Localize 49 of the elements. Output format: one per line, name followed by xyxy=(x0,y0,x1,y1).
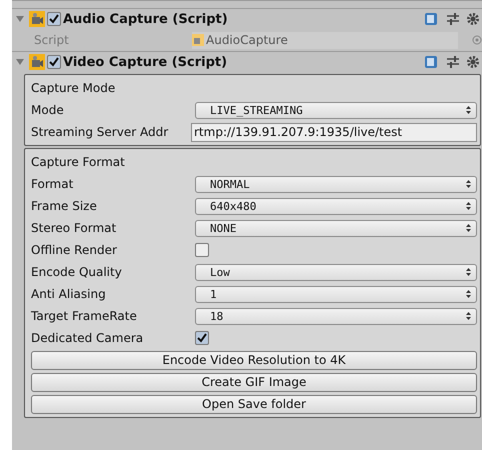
field-label: Dedicated Camera xyxy=(31,331,144,345)
camera-icon xyxy=(29,54,45,70)
camera-icon xyxy=(29,11,45,27)
checkbox[interactable] xyxy=(47,55,61,69)
field-label: Format xyxy=(31,177,74,191)
checkbox[interactable] xyxy=(47,12,61,26)
component-title: Video Capture (Script) xyxy=(63,54,228,70)
checkmark-icon xyxy=(197,333,207,343)
section-heading: Capture Mode xyxy=(31,81,116,95)
dropdown[interactable]: LIVE_STREAMING xyxy=(195,102,477,118)
up-down-arrows-icon xyxy=(466,312,471,320)
field-label: Mode xyxy=(31,103,65,117)
action-button[interactable]: Create GIF Image xyxy=(31,372,477,392)
field-label: Streaming Server Addr xyxy=(31,125,170,139)
checkbox[interactable] xyxy=(195,331,209,345)
field-label: Frame Size xyxy=(31,199,98,213)
field-label: Encode Quality xyxy=(31,265,123,279)
up-down-arrows-icon xyxy=(466,180,471,188)
up-down-arrows-icon xyxy=(466,224,471,232)
up-down-arrows-icon xyxy=(466,202,471,210)
collapse-arrow-icon[interactable] xyxy=(16,58,24,66)
dropdown[interactable]: 640x480 xyxy=(195,198,477,214)
field-label: Offline Render xyxy=(31,243,118,257)
checkmark-icon xyxy=(49,14,59,24)
action-button[interactable]: Encode Video Resolution to 4K xyxy=(31,350,477,370)
input-field[interactable]: rtmp://139.91.207.9:1935/live/test xyxy=(191,122,477,142)
gear-icon[interactable] xyxy=(466,12,480,26)
script-icon xyxy=(192,34,204,46)
collapse-arrow-icon[interactable] xyxy=(16,15,24,23)
gear-icon[interactable] xyxy=(466,55,480,69)
action-button[interactable]: Open Save folder xyxy=(31,394,477,414)
up-down-arrows-icon xyxy=(466,106,471,114)
dropdown[interactable]: Low xyxy=(195,264,477,280)
field-label: Script xyxy=(34,33,70,47)
field-label: Stereo Format xyxy=(31,221,118,235)
component-title: Audio Capture (Script) xyxy=(63,12,229,26)
field-label: Target FrameRate xyxy=(31,309,138,323)
up-down-arrows-icon xyxy=(466,290,471,298)
field-label: Anti Aliasing xyxy=(31,287,107,301)
up-down-arrows-icon xyxy=(466,268,471,276)
dropdown[interactable]: NONE xyxy=(195,220,477,236)
dropdown[interactable]: 18 xyxy=(195,308,477,324)
dropdown[interactable]: 1 xyxy=(195,286,477,302)
dropdown[interactable]: NORMAL xyxy=(195,176,477,192)
section-heading: Capture Format xyxy=(31,155,125,169)
checkmark-icon xyxy=(49,57,59,67)
sliders-icon[interactable] xyxy=(446,55,460,69)
sliders-icon[interactable] xyxy=(446,12,460,26)
checkbox[interactable] xyxy=(195,243,209,257)
